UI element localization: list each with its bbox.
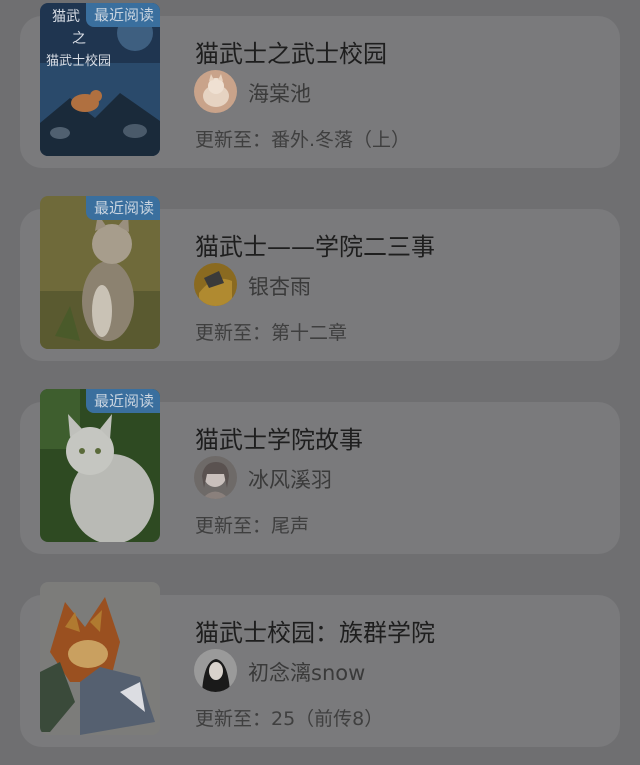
update-status: 更新至：番外.冬落（上） bbox=[195, 129, 411, 151]
author-name[interactable]: 海棠池 bbox=[248, 78, 311, 108]
book-title[interactable]: 猫武士校园：族群学院 bbox=[195, 613, 435, 648]
book-cover[interactable]: 最近阅读 bbox=[40, 196, 160, 349]
author-avatar[interactable] bbox=[194, 70, 237, 113]
cover-title-text: 猫武 bbox=[52, 9, 80, 25]
author-name[interactable]: 银杏雨 bbox=[248, 271, 311, 301]
book-card[interactable]: 猫武士校园：族群学院 初念漓snow 更新至：25（前传8） bbox=[20, 582, 620, 747]
book-card[interactable]: 最近阅读 猫武士——学院二三事 银杏雨 更新至：第十二章 bbox=[20, 196, 620, 361]
book-title[interactable]: 猫武士学院故事 bbox=[195, 420, 363, 455]
update-status: 更新至：第十二章 bbox=[195, 322, 348, 344]
book-card[interactable]: 最近阅读 猫武士学院故事 冰风溪羽 更新至：尾声 bbox=[20, 389, 620, 554]
book-cover[interactable]: 最近阅读 bbox=[40, 389, 160, 542]
update-status: 更新至：25（前传8） bbox=[195, 708, 384, 730]
author-avatar[interactable] bbox=[194, 456, 237, 499]
recent-read-badge: 最近阅读 bbox=[85, 3, 160, 27]
recent-read-badge: 最近阅读 bbox=[85, 389, 160, 413]
author-name[interactable]: 冰风溪羽 bbox=[248, 464, 332, 494]
author-name[interactable]: 初念漓snow bbox=[248, 657, 365, 687]
book-card[interactable]: 猫武 之 猫武士校园 最近阅读 猫武士之武士校园 海棠池 更新至：番外.冬落（上… bbox=[20, 3, 620, 168]
book-title[interactable]: 猫武士之武士校园 bbox=[195, 34, 387, 69]
book-title[interactable]: 猫武士——学院二三事 bbox=[195, 227, 435, 262]
cover-title-text: 之 bbox=[72, 31, 86, 47]
update-status: 更新至：尾声 bbox=[195, 515, 310, 537]
book-list: 猫武 之 猫武士校园 最近阅读 猫武士之武士校园 海棠池 更新至：番外.冬落（上… bbox=[0, 0, 640, 765]
author-avatar[interactable] bbox=[194, 263, 237, 306]
book-cover[interactable] bbox=[40, 582, 160, 735]
recent-read-badge: 最近阅读 bbox=[85, 196, 160, 220]
author-avatar[interactable] bbox=[194, 649, 237, 692]
cover-title-text: 猫武士校园 bbox=[46, 53, 111, 69]
book-cover[interactable]: 猫武 之 猫武士校园 最近阅读 bbox=[40, 3, 160, 156]
